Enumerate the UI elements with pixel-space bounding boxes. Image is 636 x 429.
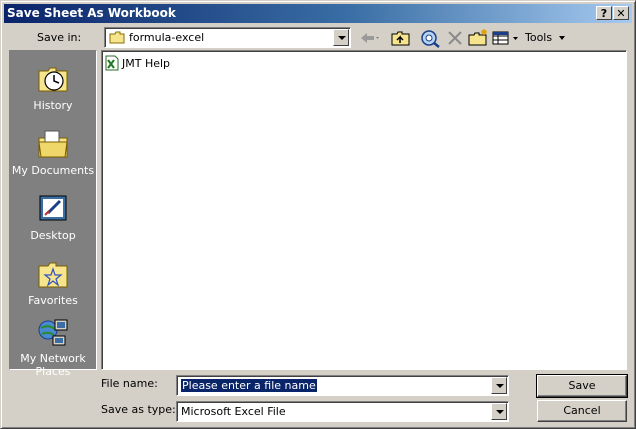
file-list[interactable]: JMT Help [101, 50, 627, 370]
places-bar: History My Documents Desktop Favorites M… [9, 50, 97, 378]
cancel-button[interactable]: Cancel [537, 400, 627, 422]
place-favorites[interactable]: Favorites [10, 258, 96, 307]
place-label: History [33, 99, 73, 112]
place-label: My Network Places [20, 352, 86, 378]
place-network[interactable]: My Network Places [10, 316, 96, 378]
folder-icon [109, 31, 125, 44]
window-title: Save Sheet As Workbook [7, 6, 176, 20]
new-folder-icon[interactable] [467, 28, 489, 48]
file-name-label: File name: [101, 377, 158, 390]
save-in-dropdown[interactable]: formula-excel [104, 27, 351, 48]
network-places-icon [38, 319, 68, 346]
back-icon[interactable] [357, 28, 379, 48]
delete-icon[interactable] [444, 28, 466, 48]
chevron-down-icon[interactable] [491, 377, 507, 394]
desktop-icon [39, 195, 67, 221]
title-bar[interactable]: Save Sheet As Workbook ? ✕ [4, 4, 632, 23]
place-label: Desktop [30, 229, 76, 242]
close-button[interactable]: ✕ [613, 6, 629, 20]
history-icon [38, 67, 68, 92]
my-documents-icon [38, 130, 68, 158]
tools-menu[interactable]: Tools [525, 31, 565, 44]
place-label: Favorites [28, 294, 78, 307]
save-dialog: Save Sheet As Workbook ? ✕ Save in: form… [0, 0, 636, 429]
search-web-icon[interactable] [419, 28, 441, 48]
chevron-down-icon[interactable] [333, 29, 349, 46]
save-in-value: formula-excel [129, 31, 205, 44]
save-type-value: Microsoft Excel File [181, 405, 286, 418]
chevron-down-icon [558, 36, 565, 40]
place-history[interactable]: History [10, 63, 96, 112]
file-name: JMT Help [122, 57, 171, 70]
save-type-label: Save as type: [101, 403, 176, 416]
place-my-documents[interactable]: My Documents [10, 128, 96, 177]
chevron-down-icon[interactable] [491, 403, 507, 420]
place-label: My Documents [11, 164, 95, 177]
save-type-dropdown[interactable]: Microsoft Excel File [176, 401, 509, 422]
save-button[interactable]: Save [536, 374, 628, 398]
up-folder-icon[interactable] [390, 28, 412, 48]
favorites-icon [38, 262, 68, 288]
views-icon[interactable] [491, 28, 521, 48]
help-button[interactable]: ? [596, 6, 612, 20]
save-in-label: Save in: [37, 31, 82, 44]
place-desktop[interactable]: Desktop [10, 193, 96, 242]
file-name-value: Please enter a file name [181, 379, 317, 392]
excel-file-icon [105, 55, 119, 71]
file-name-input[interactable]: Please enter a file name [176, 375, 509, 396]
